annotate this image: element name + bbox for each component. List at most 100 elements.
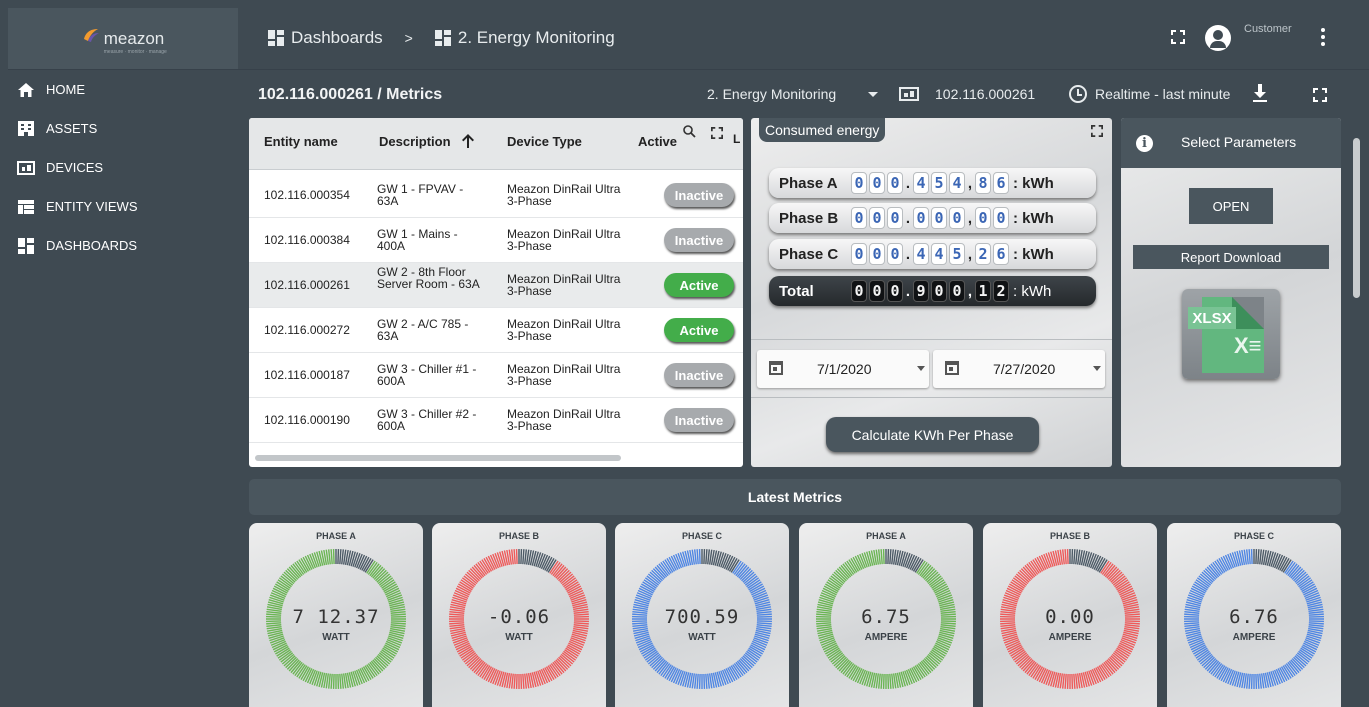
logo[interactable]: meazon measure · monitor · manage xyxy=(8,8,238,70)
gauge-phase-label: PHASE C xyxy=(1233,531,1274,541)
calendar-icon xyxy=(769,361,783,375)
sort-arrow-up-icon[interactable] xyxy=(462,134,474,153)
gauge-value: -0.06 xyxy=(487,606,551,628)
meter-digit: 0 xyxy=(851,207,867,229)
devices-icon xyxy=(16,160,36,176)
page-title: 102.116.000261 / Metrics xyxy=(258,86,443,103)
start-date-picker[interactable]: 7/1/2020 xyxy=(757,350,929,388)
end-date-picker[interactable]: 7/27/2020 xyxy=(933,350,1105,388)
home-icon xyxy=(16,82,36,98)
sidebar-item-dashboards[interactable]: DASHBOARDS xyxy=(8,226,238,265)
meter-digit: 0 xyxy=(913,207,929,229)
calculate-kwh-button[interactable]: Calculate KWh Per Phase xyxy=(826,417,1039,452)
meter-digit: 8 xyxy=(975,172,991,194)
gauge-phase-label: PHASE B xyxy=(1049,531,1090,541)
logo-tagline: measure · monitor · manage xyxy=(103,48,167,55)
column-header-description[interactable]: Description xyxy=(379,134,451,149)
dashboard-icon xyxy=(434,30,451,46)
gauge-unit: AMPERE xyxy=(864,632,908,643)
meter-unit: : kWh xyxy=(1013,174,1054,192)
fullscreen-icon[interactable] xyxy=(711,126,723,144)
breadcrumb-separator: > xyxy=(404,30,413,46)
meter-separator: , xyxy=(967,209,973,227)
table-header: Entity name Description Device Type Acti… xyxy=(249,118,743,170)
fullscreen-icon[interactable] xyxy=(1091,124,1103,137)
cell-description: GW 2 - A/C 785 - 63A xyxy=(377,317,469,343)
meter-digit: 4 xyxy=(931,243,947,265)
breadcrumb: Dashboards > 2. Energy Monitoring xyxy=(268,28,615,48)
dashboard-state-select[interactable]: 2. Energy Monitoring xyxy=(707,86,836,102)
entity-alias-select[interactable]: 102.116.000261 xyxy=(935,86,1035,102)
cell-entity-name: 102.116.000354 xyxy=(264,188,350,202)
column-header-device-type[interactable]: Device Type xyxy=(507,134,582,149)
meazon-leaf-icon xyxy=(83,28,99,42)
sidebar-item-label: ASSETS xyxy=(46,121,98,136)
cell-device-type: Meazon DinRail Ultra 3-Phase xyxy=(507,182,621,208)
more-menu-icon[interactable] xyxy=(1320,28,1326,48)
cell-description: GW 1 - FPVAV - 63A xyxy=(377,182,464,208)
table-row-selected[interactable]: 102.116.000261 GW 2 - 8th Floor Server R… xyxy=(249,263,743,308)
gauge-card: PHASE C 700.59 WATT xyxy=(615,523,789,707)
meter-total: Total 000.900,12 : kWh xyxy=(769,276,1096,306)
status-badge-inactive: Inactive xyxy=(664,363,734,387)
chevron-down-icon xyxy=(917,366,925,371)
meter-digit: 0 xyxy=(851,280,867,302)
breadcrumb-dashboards-link[interactable]: Dashboards xyxy=(291,28,383,48)
table-row[interactable]: 102.116.000187 GW 3 - Chiller #1 - 600A … xyxy=(249,353,743,398)
sidebar-item-entity-views[interactable]: ENTITY VIEWS xyxy=(8,187,238,226)
gauge-unit: WATT xyxy=(505,632,533,643)
device-icon xyxy=(899,87,919,106)
table-row[interactable]: 102.116.000354 GW 1 - FPVAV - 63A Meazon… xyxy=(249,173,743,218)
sidebar: meazon measure · monitor · manage HOME A… xyxy=(0,0,238,707)
app-root: meazon measure · monitor · manage HOME A… xyxy=(0,0,1369,707)
gauge-unit: AMPERE xyxy=(1232,632,1276,643)
download-icon[interactable] xyxy=(1252,84,1268,104)
table-row[interactable]: 102.116.000384 GW 1 - Mains - 400A Meazo… xyxy=(249,218,743,263)
cell-entity-name: 102.116.000272 xyxy=(264,323,350,337)
cell-description: GW 2 - 8th Floor Server Room - 63A xyxy=(377,265,480,291)
meter-label: Phase C xyxy=(779,245,839,263)
cell-description: GW 3 - Chiller #2 - 600A xyxy=(377,407,477,433)
search-icon[interactable] xyxy=(683,125,696,143)
fullscreen-icon[interactable] xyxy=(1171,30,1185,44)
report-download-button[interactable]: Report Download xyxy=(1133,245,1329,269)
column-header-active[interactable]: Active xyxy=(638,134,677,149)
vertical-scrollbar[interactable] xyxy=(1353,138,1360,298)
dashboards-icon xyxy=(16,237,36,254)
entities-table-widget: Entity name Description Device Type Acti… xyxy=(249,118,743,467)
meter-unit: : kWh xyxy=(1013,282,1052,300)
meter-digit: 0 xyxy=(931,207,947,229)
meter-digit: 0 xyxy=(949,280,965,302)
meter-digit: 0 xyxy=(887,172,903,194)
table-row[interactable]: 102.116.000272 GW 2 - A/C 785 - 63A Meaz… xyxy=(249,308,743,353)
column-header-entity-name[interactable]: Entity name xyxy=(264,134,338,149)
sidebar-item-label: DASHBOARDS xyxy=(46,238,138,253)
report-widget: i Select Parameters OPEN Report Download… xyxy=(1121,118,1341,467)
meter-digit: 4 xyxy=(913,243,929,265)
gauge-value: 6.76 xyxy=(1229,606,1279,628)
sidebar-item-assets[interactable]: ASSETS xyxy=(8,109,238,148)
meter-label: Phase B xyxy=(779,209,839,227)
status-badge-active: Active xyxy=(664,273,734,297)
xlsx-file-icon[interactable]: XLSX X≡ xyxy=(1182,289,1280,379)
meter-digit: 2 xyxy=(975,243,991,265)
sidebar-item-devices[interactable]: DEVICES xyxy=(8,148,238,187)
sidebar-nav: HOME ASSETS DEVICES ENTITY VIEWS DASHBOA… xyxy=(8,70,238,265)
table-row[interactable]: 102.116.000190 GW 3 - Chiller #2 - 600A … xyxy=(249,398,743,443)
horizontal-scrollbar[interactable] xyxy=(255,455,621,461)
account-avatar-icon[interactable] xyxy=(1205,25,1231,51)
meter-digit: 9 xyxy=(913,280,929,302)
excel-glyph-icon: X≡ xyxy=(1234,333,1262,358)
status-badge-active: Active xyxy=(664,318,734,342)
open-button[interactable]: OPEN xyxy=(1189,188,1273,224)
sidebar-item-home[interactable]: HOME xyxy=(8,70,238,109)
meter-digit: 0 xyxy=(851,243,867,265)
cell-description: GW 1 - Mains - 400A xyxy=(377,227,458,253)
chevron-down-icon xyxy=(1093,366,1101,371)
chevron-down-icon[interactable] xyxy=(868,92,878,97)
fullscreen-icon[interactable] xyxy=(1313,88,1327,102)
timewindow-select[interactable]: Realtime - last minute xyxy=(1095,86,1230,102)
cell-entity-name: 102.116.000261 xyxy=(264,278,350,292)
gauge-phase-label: PHASE A xyxy=(866,531,906,541)
gauge-unit: WATT xyxy=(322,632,350,643)
